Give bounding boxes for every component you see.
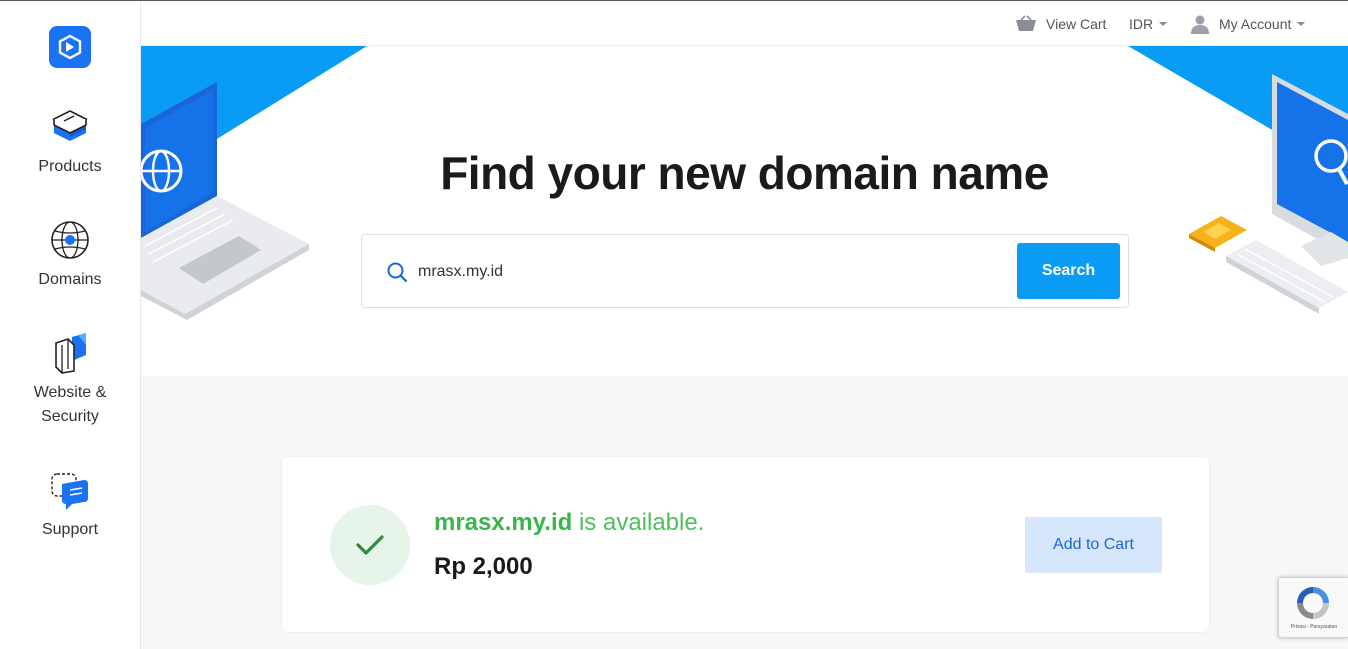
recaptcha-icon — [1297, 587, 1329, 619]
domain-price: Rp 2,000 — [434, 553, 533, 580]
chevron-down-icon — [1297, 22, 1306, 26]
server-layers-icon — [52, 110, 88, 141]
view-cart-link[interactable]: View Cart — [1015, 13, 1106, 35]
add-to-cart-button[interactable]: Add to Cart — [1025, 517, 1162, 573]
domain-search-box: Search — [361, 234, 1129, 308]
domain-result-card: mrasx.my.id is available. Rp 2,000 Add t… — [281, 456, 1210, 633]
sidebar-item-label: Support — [41, 521, 99, 538]
sidebar-item-label: Domains — [38, 271, 102, 288]
availability-status-text: is available. — [572, 509, 705, 536]
user-icon — [1191, 15, 1209, 34]
recaptcha-footer[interactable]: Privasi - Persyaratan — [1283, 624, 1345, 630]
top-navbar: View Cart IDR My Account — [141, 1, 1348, 46]
cart-basket-icon — [1016, 15, 1036, 31]
globe-icon — [51, 221, 89, 259]
available-status-badge — [330, 505, 410, 585]
page-title: Find your new domain name — [440, 147, 1049, 199]
recaptcha-badge[interactable]: Privasi - Persyaratan — [1278, 577, 1348, 638]
search-button[interactable]: Search — [1017, 243, 1120, 299]
my-account-dropdown[interactable]: My Account — [1190, 13, 1306, 35]
view-cart-label: View Cart — [1046, 16, 1107, 32]
shield-book-icon — [55, 333, 86, 374]
chevron-down-icon — [1159, 22, 1168, 26]
sidebar-item-label: Website & Security — [33, 384, 107, 425]
currency-label: IDR — [1129, 16, 1154, 32]
checkmark-icon — [356, 535, 384, 555]
sidebar-item-domains[interactable]: Domains — [0, 218, 140, 292]
search-icon — [387, 262, 408, 283]
sidebar-item-website-security[interactable]: Website & Security — [0, 331, 140, 429]
hero-section: Find your new domain name Search — [141, 46, 1348, 376]
brand-logo-icon[interactable] — [49, 26, 91, 68]
sidebar-item-products[interactable]: Products — [0, 105, 140, 179]
my-account-label: My Account — [1219, 16, 1292, 32]
domain-search-input[interactable] — [418, 255, 998, 289]
sidebar: Products Domains Website & Security Supp… — [0, 1, 141, 649]
chat-bubble-icon — [51, 473, 88, 510]
sidebar-item-label: Products — [38, 158, 102, 175]
hero-illustration — [141, 46, 1348, 320]
sidebar-item-support[interactable]: Support — [0, 468, 140, 542]
currency-dropdown[interactable]: IDR — [1129, 13, 1168, 35]
result-domain-name: mrasx.my.id — [434, 509, 573, 536]
availability-message: mrasx.my.id is available. — [434, 509, 704, 537]
